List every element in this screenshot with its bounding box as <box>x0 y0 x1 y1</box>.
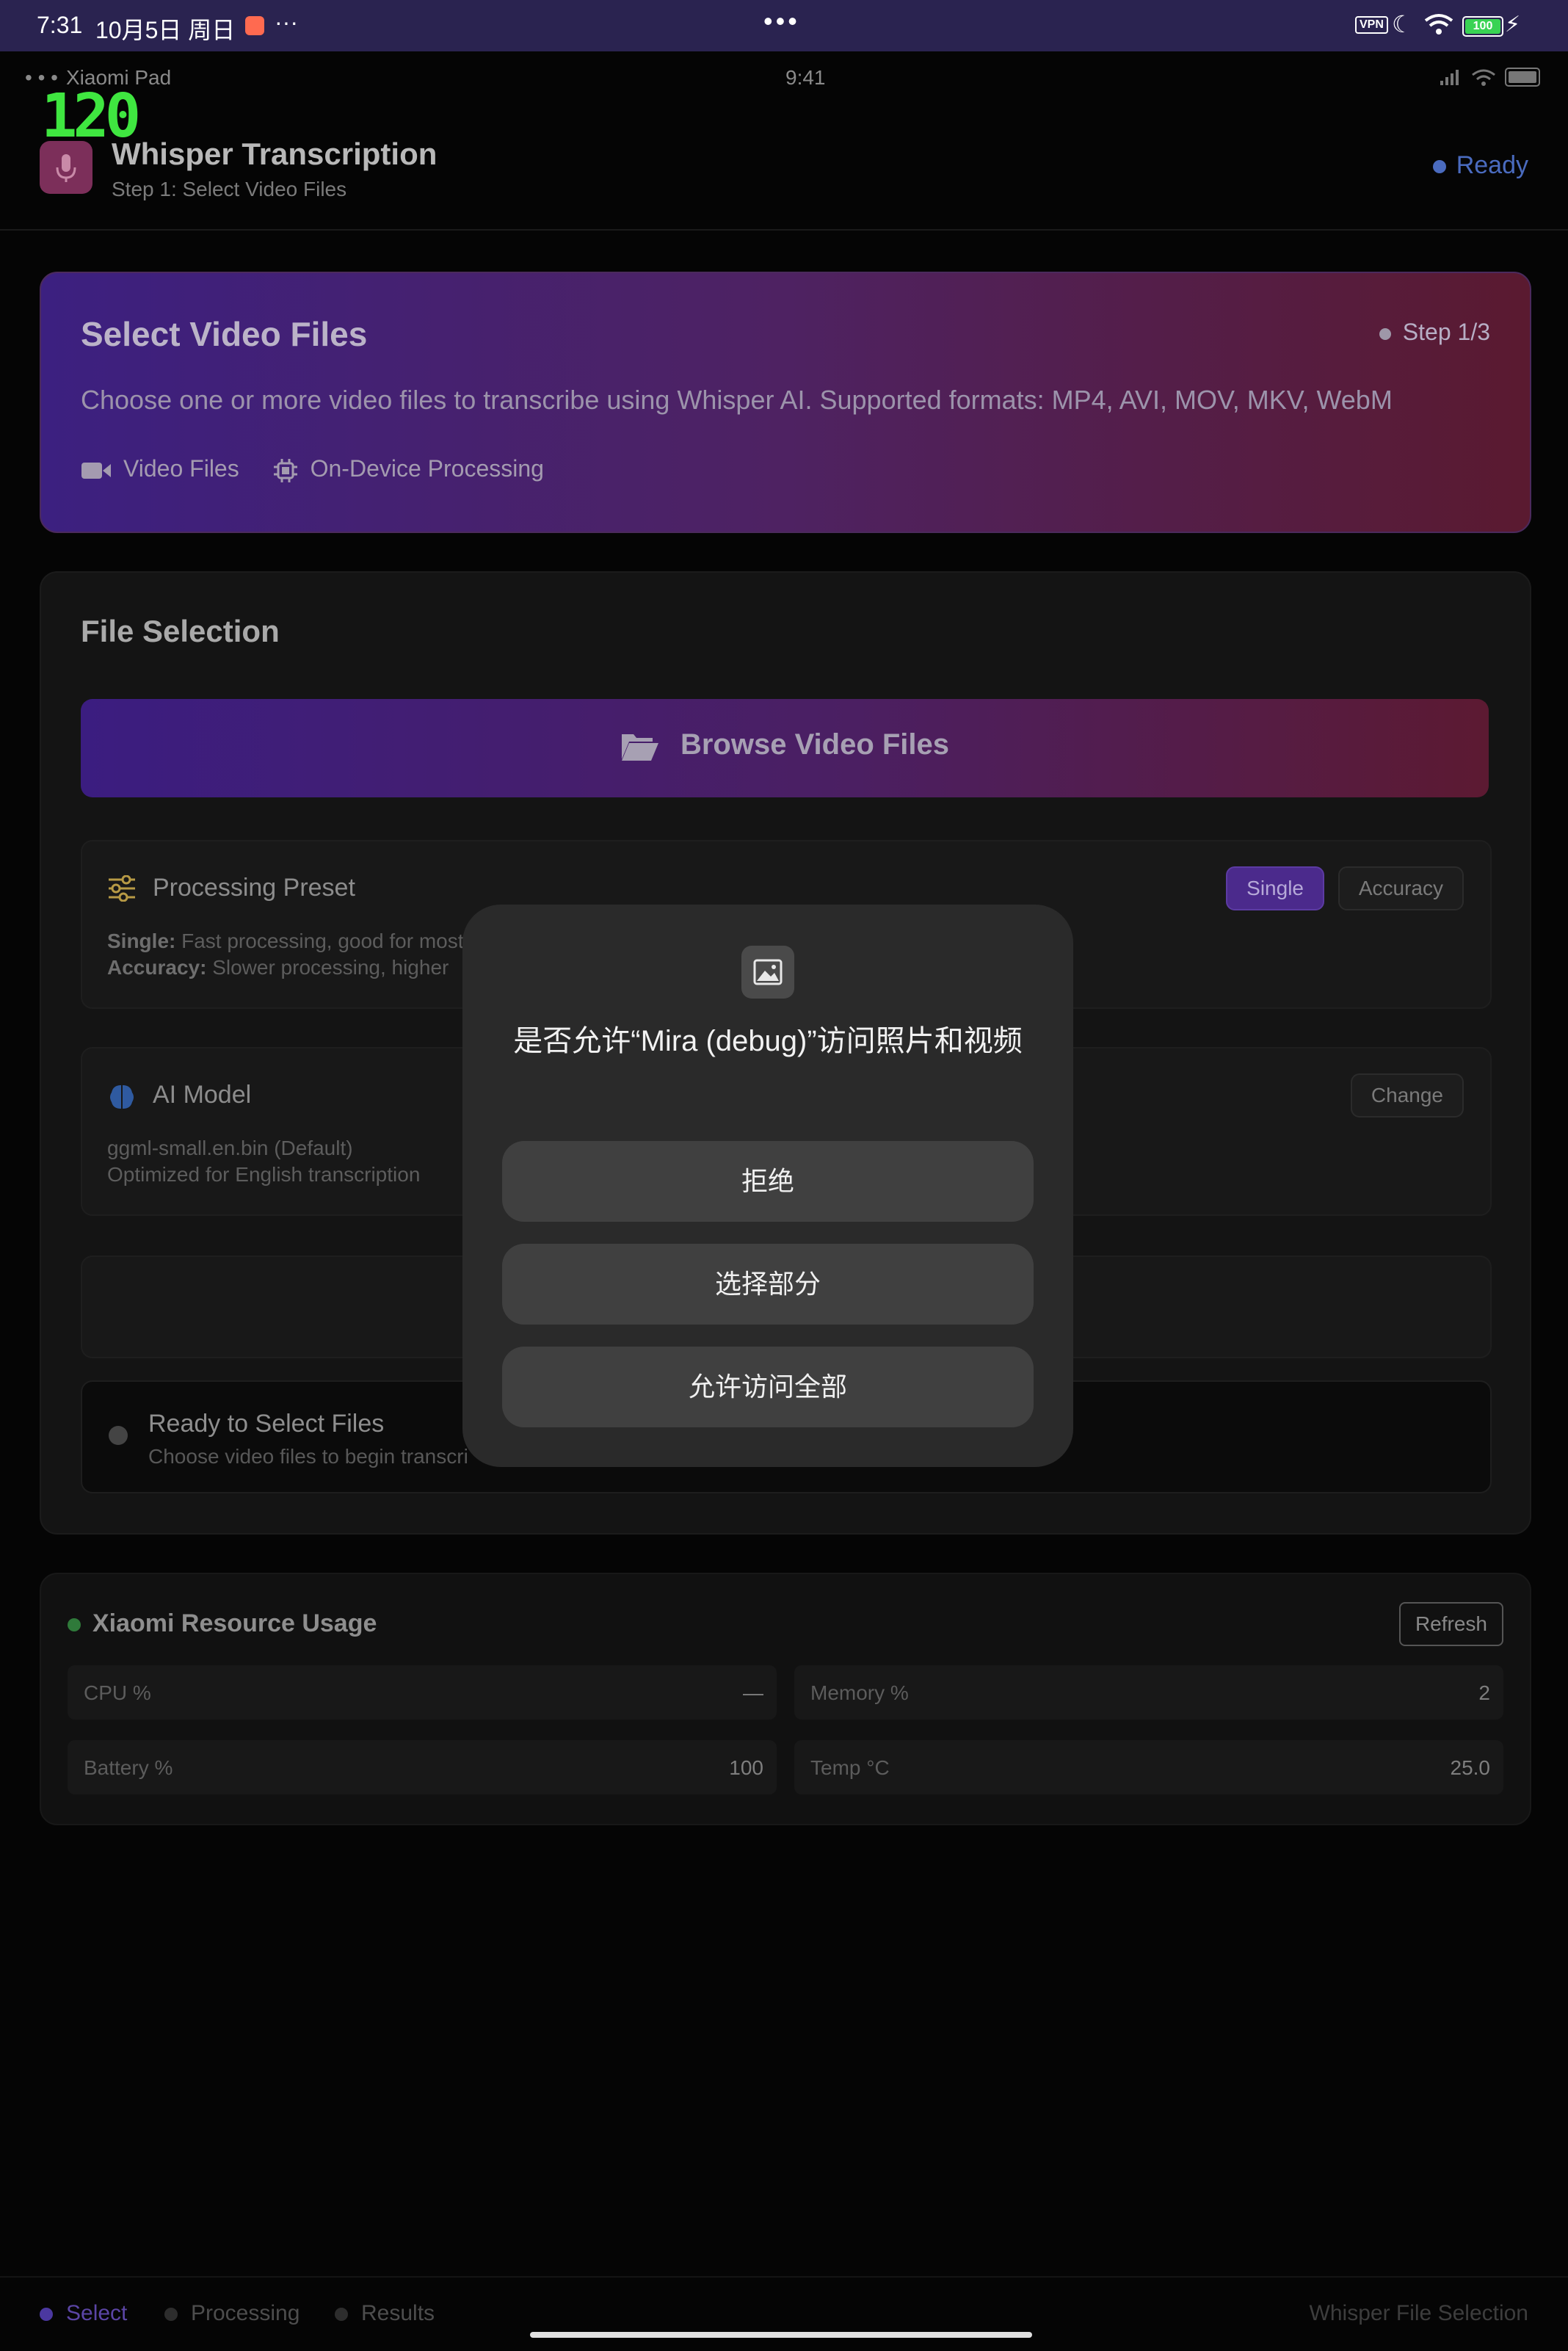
preset-accuracy-chip[interactable]: Accuracy <box>1337 866 1464 910</box>
stat-label: Memory % <box>810 1681 909 1704</box>
allow-all-button[interactable]: 允许访问全部 <box>502 1347 1034 1427</box>
model-description: Optimized for English transcription <box>107 1163 421 1186</box>
ready-status-dot-icon <box>109 1426 128 1445</box>
video-camera-icon <box>81 462 111 479</box>
stat-value: 100 <box>729 1756 763 1779</box>
stat-memory: Memory % 2 <box>794 1665 1503 1720</box>
status-dot-icon <box>1432 160 1446 174</box>
app-header: Whisper Transcription Step 1: Select Vid… <box>0 125 1568 231</box>
center-dots-icon[interactable]: ••• <box>763 6 800 37</box>
app-subtitle: Step 1: Select Video Files <box>112 178 347 200</box>
stat-value: 2 <box>1478 1681 1490 1704</box>
chip-icon <box>273 458 297 482</box>
preset-title: Processing Preset <box>153 874 355 902</box>
stat-label: CPU % <box>84 1681 151 1704</box>
browse-video-files-button[interactable]: Browse Video Files <box>81 699 1489 797</box>
photo-permission-dialog: 是否允许“Mira (debug)”访问照片和视频 拒绝 选择部分 允许访问全部 <box>462 905 1073 1467</box>
ready-title: Ready to Select Files <box>148 1410 385 1438</box>
tag-on-device: On-Device Processing <box>272 455 544 482</box>
stat-cpu: CPU % — <box>68 1665 777 1720</box>
battery-icon: 100 <box>1462 16 1503 37</box>
wifi-icon <box>1424 14 1453 35</box>
step-badge: Step 1/3 <box>1379 319 1490 346</box>
file-selection-title: File Selection <box>81 614 280 648</box>
tag-video-files: Video Files <box>81 455 246 482</box>
photo-gallery-icon <box>741 946 794 999</box>
nav-select[interactable]: Select <box>40 2301 127 2326</box>
home-indicator[interactable] <box>530 2332 1032 2338</box>
status-indicator: Ready <box>1432 151 1528 180</box>
hero-tags: Video Files On-Device Processing <box>81 455 570 484</box>
device-battery-icon <box>1505 68 1540 87</box>
more-notifications-icon: ··· <box>275 9 298 35</box>
nav-dot-icon <box>40 2308 53 2322</box>
screen-record-icon <box>245 16 264 35</box>
stat-temp: Temp °C 25.0 <box>794 1740 1503 1794</box>
stat-label: Temp °C <box>810 1756 890 1779</box>
system-time: 7:31 <box>37 12 83 38</box>
preset-accuracy-desc: Accuracy: Slower processing, higher <box>107 956 449 979</box>
hero-title: Select Video Files <box>81 315 368 353</box>
select-some-button[interactable]: 选择部分 <box>502 1244 1034 1325</box>
status-text: Ready <box>1456 151 1528 179</box>
bottom-step-nav: Select Processing Results Whisper File S… <box>0 2276 1568 2351</box>
device-simulator-bar: • • • Xiaomi Pad 9:41 <box>0 66 1568 103</box>
hero-description: Choose one or more video files to transc… <box>81 385 1393 415</box>
preset-single-chip[interactable]: Single <box>1226 866 1324 910</box>
device-time: 9:41 <box>785 66 826 89</box>
model-file: ggml-small.en.bin (Default) <box>107 1137 353 1159</box>
microphone-icon <box>40 141 92 194</box>
step-dot-icon <box>1379 327 1391 340</box>
resource-usage-card: Xiaomi Resource Usage Refresh CPU % — Me… <box>40 1573 1531 1825</box>
nav-dot-icon <box>164 2308 178 2322</box>
stat-battery: Battery % 100 <box>68 1740 777 1794</box>
ready-subtitle: Choose video files to begin transcri <box>148 1445 468 1468</box>
resource-status-dot-icon <box>68 1618 81 1632</box>
system-status-bar: 7:31 10月5日 周日 ··· ••• VPN ☾ 100 ⚡ <box>0 0 1568 51</box>
device-wifi-icon <box>1472 69 1495 86</box>
model-title: AI Model <box>153 1081 252 1109</box>
resource-usage-title: Xiaomi Resource Usage <box>68 1609 377 1638</box>
stat-value: 25.0 <box>1450 1756 1491 1779</box>
stat-label: Battery % <box>84 1756 173 1779</box>
browse-label: Browse Video Files <box>680 728 950 761</box>
nav-processing[interactable]: Processing <box>164 2301 300 2326</box>
folder-open-icon <box>621 734 658 761</box>
vpn-icon: VPN <box>1355 16 1388 34</box>
step-label: Step 1/3 <box>1402 319 1490 345</box>
nav-page-label: Whisper File Selection <box>1309 2301 1528 2325</box>
dialog-title: 是否允许“Mira (debug)”访问照片和视频 <box>513 1025 1023 1057</box>
preset-single-desc: Single: Fast processing, good for most <box>107 930 464 952</box>
tag-device-label: On-Device Processing <box>310 455 544 482</box>
change-model-button[interactable]: Change <box>1350 1073 1464 1117</box>
do-not-disturb-icon: ☾ <box>1392 11 1413 37</box>
battery-level: 100 <box>1465 19 1500 34</box>
step-hero-card: Select Video Files Step 1/3 Choose one o… <box>40 272 1531 533</box>
system-date: 10月5日 周日 <box>95 17 236 43</box>
charging-icon: ⚡ <box>1505 12 1521 37</box>
signal-icon <box>1440 70 1459 85</box>
tag-video-label: Video Files <box>123 455 239 482</box>
stat-value: — <box>743 1681 763 1704</box>
app-title: Whisper Transcription <box>112 137 438 171</box>
deny-button[interactable]: 拒绝 <box>502 1141 1034 1222</box>
refresh-button[interactable]: Refresh <box>1398 1602 1503 1646</box>
sliders-icon <box>109 875 135 902</box>
brain-icon <box>110 1085 134 1109</box>
nav-results[interactable]: Results <box>335 2301 435 2326</box>
nav-dot-icon <box>335 2308 348 2322</box>
